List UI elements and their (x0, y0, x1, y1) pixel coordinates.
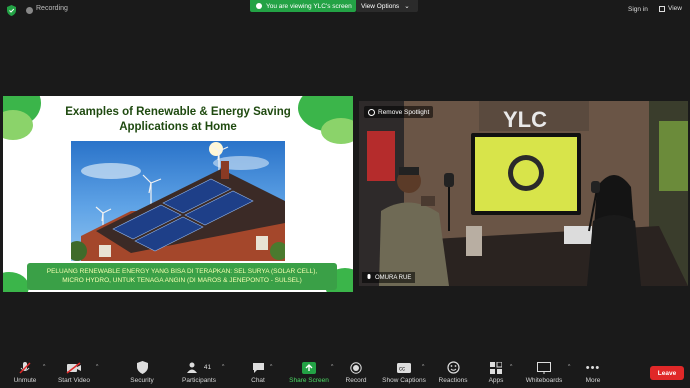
slide-caption-line: MICRO HYDRO, UNTUK TENAGA ANGIN (DI MARO… (62, 277, 302, 284)
chevron-up-icon[interactable]: ^ (568, 364, 570, 370)
spotlight-video[interactable]: YLC Remove Spotlight OMURA RUE (359, 101, 688, 286)
remove-spotlight-button[interactable]: Remove Spotlight (364, 106, 434, 118)
viewing-screen-label: You are viewing YLC's screen (266, 2, 352, 10)
record-button[interactable]: Record (342, 360, 370, 384)
top-bar: Recording You are viewing YLC's screen V… (0, 0, 690, 22)
share-screen-label: Share Screen (289, 377, 329, 384)
chevron-up-icon[interactable]: ^ (222, 364, 224, 370)
chevron-up-icon[interactable]: ^ (43, 364, 45, 370)
viewing-screen-banner: You are viewing YLC's screen (250, 0, 356, 12)
chevron-up-icon[interactable]: ^ (331, 364, 333, 370)
shield-icon (136, 361, 148, 374)
leave-button[interactable]: Leave (650, 366, 684, 380)
slide-title-line: Examples of Renewable & Energy Saving (65, 106, 291, 118)
slide-decoration (321, 118, 353, 144)
more-label: More (585, 377, 601, 384)
apps-label: Apps (488, 377, 504, 384)
security-label: Security (130, 377, 154, 384)
solar-house-photo (71, 141, 285, 261)
reactions-button[interactable]: Reactions (436, 360, 470, 384)
show-captions-label: Show Captions (382, 377, 426, 384)
slide-title-line: Applications at Home (119, 121, 237, 133)
show-captions-button[interactable]: cc Show Captions (380, 360, 428, 384)
share-screen-button[interactable]: Share Screen (288, 360, 330, 384)
chat-button[interactable]: Chat (246, 360, 270, 384)
svg-text:cc: cc (399, 366, 405, 372)
start-video-label: Start Video (57, 377, 91, 384)
slide-title: Examples of Renewable & Energy Saving Ap… (43, 105, 313, 135)
whiteboard-icon (537, 361, 551, 374)
reactions-icon (446, 361, 460, 374)
unmute-button[interactable]: Unmute (8, 360, 42, 384)
recording-indicator-icon (26, 7, 33, 14)
video-off-icon (66, 361, 81, 374)
security-button[interactable]: Security (126, 360, 158, 384)
screen-share-icon (256, 3, 262, 9)
spotlight-icon (368, 108, 375, 116)
chevron-up-icon[interactable]: ^ (270, 364, 272, 370)
unmute-label: Unmute (13, 377, 37, 384)
slide-decoration (3, 272, 29, 292)
participants-icon (186, 362, 197, 373)
recording-label: Recording (36, 5, 68, 12)
participant-count: 41 (203, 364, 212, 371)
participant-name: OMURA RUE (375, 274, 412, 281)
chevron-up-icon[interactable]: ^ (422, 364, 424, 370)
chevron-up-icon[interactable]: ^ (96, 364, 98, 370)
slide-caption-line: PELUANG RENEWABLE ENERGY YANG BISA DI TE… (46, 268, 318, 275)
record-label: Record (345, 377, 367, 384)
muted-mic-icon (19, 361, 31, 374)
view-label: View (668, 5, 682, 12)
participants-label: Participants (182, 377, 216, 384)
record-icon (350, 361, 362, 374)
encryption-shield-icon[interactable] (7, 5, 16, 16)
view-layout-button[interactable]: View (659, 5, 682, 12)
more-icon: ••• (585, 361, 601, 374)
view-options-label: View Options (361, 2, 400, 10)
chat-label: Chat (251, 377, 265, 384)
chevron-down-icon: ⌄ (404, 3, 410, 10)
meeting-toolbar: Unmute ^ Start Video ^ Security 41 Parti… (0, 356, 690, 388)
captions-icon: cc (397, 362, 411, 373)
ylc-sign: YLC (503, 107, 547, 132)
start-video-button[interactable]: Start Video (54, 360, 94, 384)
solar-house-illustration (71, 142, 285, 261)
reactions-label: Reactions (438, 377, 468, 384)
chevron-up-icon[interactable]: ^ (510, 364, 512, 370)
whiteboards-button[interactable]: Whiteboards (523, 360, 565, 384)
sign-in-link[interactable]: Sign in (628, 6, 648, 13)
mic-icon (367, 274, 371, 279)
leave-label: Leave (657, 369, 677, 377)
apps-icon (490, 361, 502, 374)
zoom-meeting-window: Recording You are viewing YLC's screen V… (0, 0, 690, 388)
chat-icon (252, 362, 264, 373)
layout-grid-icon (659, 5, 665, 12)
remove-spotlight-label: Remove Spotlight (378, 108, 430, 116)
podcast-studio-video-frame: YLC (359, 101, 688, 286)
slide-caption: PELUANG RENEWABLE ENERGY YANG BISA DI TE… (27, 263, 337, 290)
more-button[interactable]: ••• More (582, 360, 604, 385)
share-screen-icon (302, 361, 316, 374)
apps-button[interactable]: Apps (485, 360, 507, 384)
view-options-button[interactable]: View Options ⌄ (356, 0, 418, 12)
whiteboards-label: Whiteboards (525, 377, 563, 384)
shared-screen-slide: Examples of Renewable & Energy Saving Ap… (3, 96, 353, 292)
participants-button[interactable]: 41 Participants (180, 360, 218, 384)
participant-name-tag: OMURA RUE (362, 272, 416, 283)
